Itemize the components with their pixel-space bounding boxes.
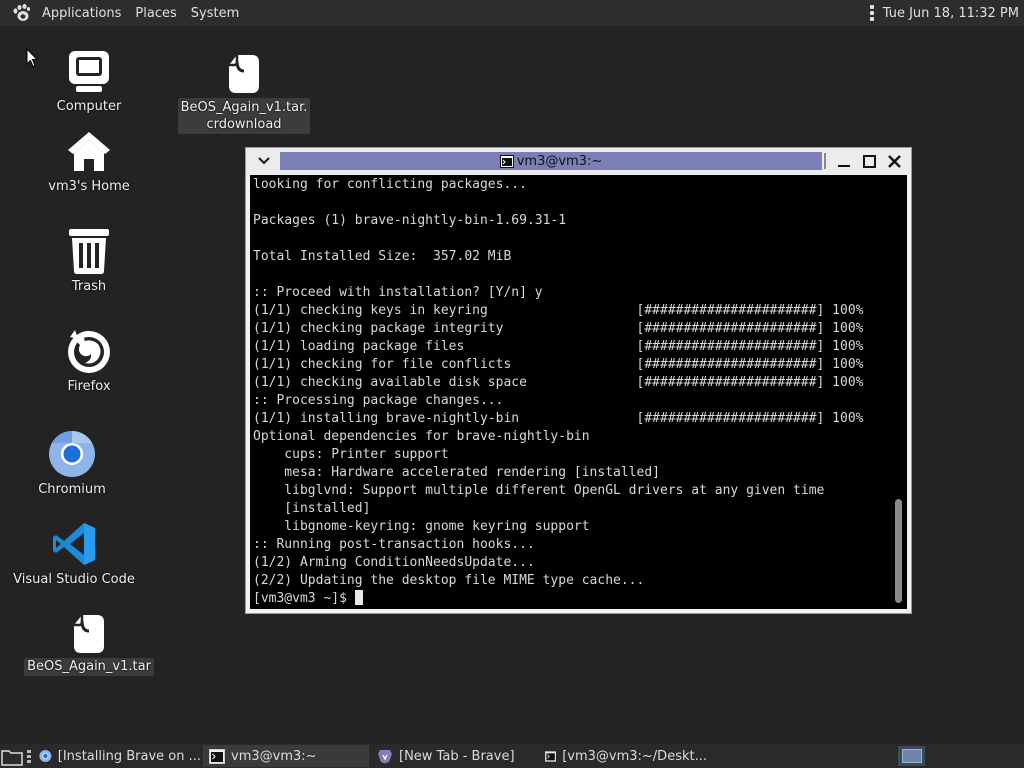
chromium-icon — [48, 430, 96, 478]
terminal-line: Packages (1) brave-nightly-bin-1.69.31-1 — [253, 213, 567, 228]
desktop-icon-label: Firefox — [67, 379, 111, 394]
terminal-line: (1/1) checking available disk space [###… — [253, 375, 864, 390]
workspace-1[interactable] — [901, 749, 922, 763]
file-icon — [65, 613, 113, 655]
terminal-line: (1/2) Arming ConditionNeedsUpdate... — [253, 555, 535, 570]
terminal-line: (1/1) installing brave-nightly-bin [####… — [253, 411, 864, 426]
menu-applications[interactable]: Applications — [35, 6, 128, 21]
menu-system[interactable]: System — [184, 6, 246, 21]
desktop-icon-chromium[interactable]: Chromium — [31, 430, 113, 499]
terminal-line: (1/1) checking package integrity [######… — [253, 321, 864, 336]
taskbar-item-label: [Installing Brave on ... — [57, 748, 201, 764]
maximize-button[interactable] — [858, 152, 880, 170]
taskbar-handle[interactable] — [27, 750, 31, 764]
terminal-line: libgnome-keyring: gnome keyring support — [284, 519, 590, 534]
terminal-line: :: Running post-transaction hooks... — [253, 537, 535, 552]
maximize-icon — [862, 154, 876, 168]
terminal-prompt: [vm3@vm3 ~]$ — [253, 591, 355, 606]
terminal-line: (2/2) Updating the desktop file MIME typ… — [253, 573, 645, 588]
terminal-line: :: Processing package changes... — [253, 393, 504, 408]
terminal-line: cups: Printer support — [284, 447, 449, 462]
terminal-line: (1/1) checking for file conflicts [#####… — [253, 357, 864, 372]
workspace-switcher[interactable] — [898, 746, 925, 766]
taskbar-item-label: vm3@vm3:~ — [231, 748, 317, 764]
terminal-line: looking for conflicting packages... — [253, 177, 527, 192]
desktop-icon-label: Visual Studio Code — [13, 572, 135, 587]
computer-icon — [65, 47, 113, 95]
home-icon — [65, 127, 113, 175]
title-separator — [824, 153, 826, 169]
window-menu-button[interactable] — [250, 152, 277, 170]
terminal-line: [installed] — [284, 501, 371, 516]
desktop-icon-label: Computer — [56, 99, 122, 114]
terminal-icon — [209, 748, 225, 764]
desktop-icon-beos-tar[interactable]: BeOS_Again_v1.tar — [24, 613, 154, 676]
menu-places[interactable]: Places — [128, 6, 183, 21]
bottom-taskbar: [Installing Brave on ... vm3@vm3:~ [New … — [0, 744, 1024, 768]
brave-icon — [378, 750, 392, 764]
file-icon — [220, 53, 268, 95]
window-title-text: vm3@vm3:~ — [516, 153, 603, 169]
taskbar-item-terminal[interactable]: vm3@vm3:~ — [203, 745, 369, 767]
show-desktop-button[interactable] — [0, 746, 24, 768]
window-title: vm3@vm3:~ — [499, 153, 603, 169]
clock[interactable]: Tue Jun 18, 11:32 PM — [883, 6, 1019, 21]
minimize-button[interactable] — [833, 152, 855, 170]
desktop-icon-label: vm3's Home — [48, 179, 130, 194]
terminal-line: Total Installed Size: 357.02 MiB — [253, 249, 512, 264]
firefox-icon — [65, 327, 113, 375]
trash-icon — [65, 227, 113, 275]
terminal-icon — [545, 750, 557, 762]
close-icon — [887, 154, 901, 168]
terminal-lines: looking for conflicting packages... Pack… — [253, 177, 863, 588]
terminal-output: looking for conflicting packages... Pack… — [253, 176, 863, 608]
terminal-content[interactable]: looking for conflicting packages... Pack… — [250, 175, 907, 609]
desktop-icon-label: BeOS_Again_v1.tar. crdownload — [177, 98, 311, 134]
terminal-line: mesa: Hardware accelerated rendering [in… — [284, 465, 660, 480]
taskbar-item-terminal-desktop[interactable]: [vm3@vm3:~/Deskt... — [539, 745, 707, 767]
gnome-foot-icon[interactable] — [11, 3, 31, 23]
terminal-line: libglvnd: Support multiple different Ope… — [284, 483, 825, 498]
chromium-icon — [39, 750, 52, 762]
window-title-area[interactable]: vm3@vm3:~ — [280, 152, 822, 170]
kebab-icon[interactable] — [869, 5, 874, 21]
window-titlebar[interactable]: vm3@vm3:~ — [246, 148, 911, 175]
desktop-icon-trash[interactable]: Trash — [48, 227, 130, 296]
desktop-icon-vscode[interactable]: Visual Studio Code — [13, 520, 135, 589]
mouse-pointer-icon — [26, 48, 38, 68]
desktop-icon-firefox[interactable]: Firefox — [48, 327, 130, 396]
taskbar-item-installing-brave[interactable]: [Installing Brave on ... — [33, 745, 201, 767]
vscode-icon — [50, 520, 98, 568]
terminal-scrollbar[interactable] — [894, 181, 903, 605]
desktop-icon-home[interactable]: vm3's Home — [46, 127, 132, 196]
taskbar-item-brave[interactable]: [New Tab - Brave] — [371, 745, 537, 767]
desktop-icon-beos-crdownload[interactable]: BeOS_Again_v1.tar. crdownload — [177, 53, 311, 134]
terminal-line: :: Proceed with installation? [Y/n] y — [253, 285, 543, 300]
chevron-down-icon — [257, 157, 270, 165]
terminal-line: (1/1) loading package files [###########… — [253, 339, 864, 354]
top-panel: Applications Places System Tue Jun 18, 1… — [0, 0, 1024, 26]
close-button[interactable] — [883, 152, 905, 170]
taskbar-item-label: [vm3@vm3:~/Deskt... — [562, 748, 707, 764]
folder-icon — [1, 750, 23, 766]
taskbar-item-label: [New Tab - Brave] — [399, 748, 515, 764]
desktop-icon-computer[interactable]: Computer — [48, 47, 130, 116]
terminal-icon — [499, 154, 514, 168]
terminal-window[interactable]: vm3@vm3:~ looking for conflicting packag… — [245, 147, 912, 614]
desktop-icon-label: BeOS_Again_v1.tar — [24, 658, 154, 676]
desktop-icon-label: Chromium — [38, 482, 106, 497]
terminal-line: (1/1) checking keys in keyring [########… — [253, 303, 864, 318]
terminal-line: Optional dependencies for brave-nightly-… — [253, 429, 590, 444]
minimize-icon — [838, 165, 850, 167]
scrollbar-thumb[interactable] — [895, 499, 902, 603]
terminal-cursor — [354, 590, 363, 605]
desktop-icon-label: Trash — [71, 279, 107, 294]
